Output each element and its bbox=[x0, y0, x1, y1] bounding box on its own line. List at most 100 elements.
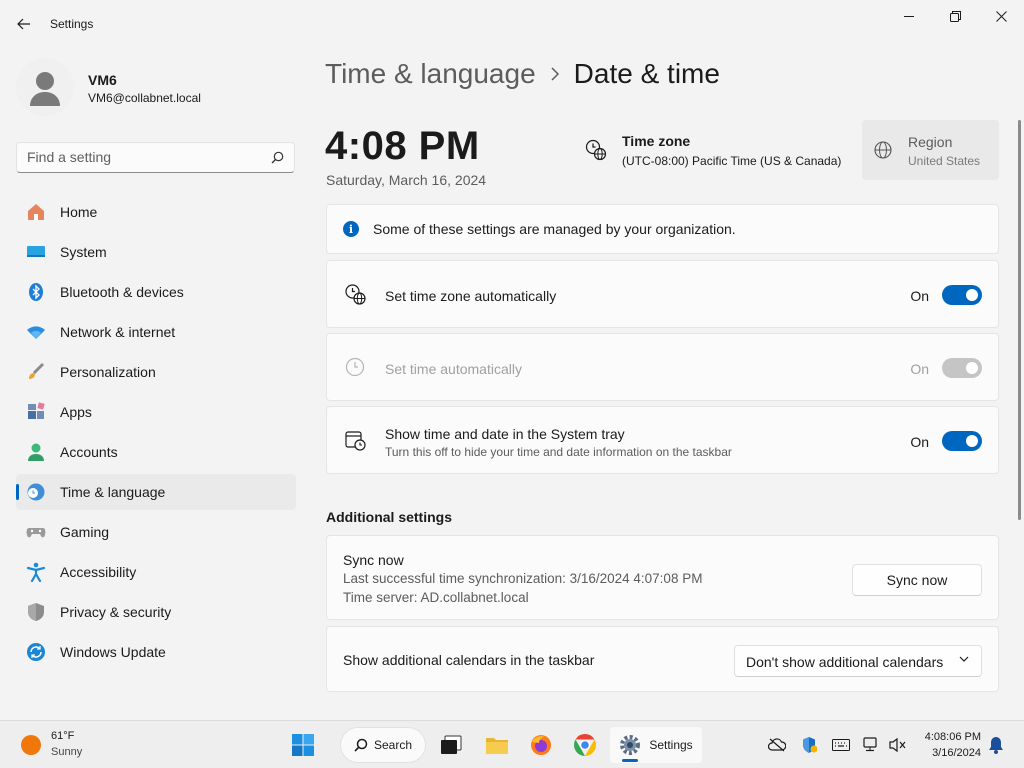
current-time: 4:08 PM bbox=[325, 124, 480, 168]
brush-icon bbox=[26, 362, 46, 382]
calendars-label: Show additional calendars in the taskbar bbox=[343, 652, 595, 668]
task-view-button[interactable] bbox=[434, 727, 468, 763]
scrollbar[interactable] bbox=[1018, 120, 1021, 520]
keyboard-icon[interactable] bbox=[831, 735, 851, 755]
timezone-auto-icon bbox=[345, 284, 366, 305]
breadcrumb-parent[interactable]: Time & language bbox=[325, 58, 536, 90]
firefox-button[interactable] bbox=[524, 727, 558, 763]
sidebar-item-apps[interactable]: Apps bbox=[16, 394, 296, 430]
apps-icon bbox=[26, 402, 46, 422]
sidebar-item-label: Home bbox=[60, 204, 98, 220]
auto-time-label: Set time automatically bbox=[385, 361, 522, 377]
chrome-icon bbox=[574, 734, 596, 756]
sidebar-item-privacy[interactable]: Privacy & security bbox=[16, 594, 296, 630]
auto-timezone-row: Set time zone automatically On bbox=[326, 260, 999, 328]
search-box[interactable] bbox=[16, 142, 295, 173]
start-button[interactable] bbox=[286, 727, 320, 763]
weather-temp: 61°F bbox=[51, 730, 75, 742]
calendars-dropdown[interactable]: Don't show additional calendars bbox=[734, 645, 982, 677]
volume-muted-icon[interactable] bbox=[888, 735, 908, 755]
gamepad-icon bbox=[26, 522, 46, 542]
sidebar-nav: Home System Bluetooth & devices Network … bbox=[16, 194, 296, 674]
shield-icon bbox=[26, 602, 46, 622]
current-date: Saturday, March 16, 2024 bbox=[326, 172, 487, 188]
sidebar-item-time-language[interactable]: Time & language bbox=[16, 474, 296, 510]
globe-icon bbox=[874, 141, 892, 159]
profile-name: VM6 bbox=[88, 72, 117, 88]
taskbar-search[interactable]: Search bbox=[340, 727, 426, 763]
sync-now-button[interactable]: Sync now bbox=[852, 564, 982, 596]
close-button[interactable] bbox=[978, 4, 1024, 28]
wifi-icon bbox=[26, 322, 46, 342]
calendar-clock-icon bbox=[345, 431, 366, 451]
notification-bell-icon[interactable] bbox=[986, 735, 1006, 755]
page-title: Date & time bbox=[573, 58, 720, 89]
sidebar-item-label: Bluetooth & devices bbox=[60, 284, 184, 300]
accounts-icon bbox=[26, 442, 46, 462]
sidebar: VM6 VM6@collabnet.local Home System Blue… bbox=[0, 48, 310, 718]
auto-timezone-label: Set time zone automatically bbox=[385, 288, 557, 304]
taskbar-settings-label: Settings bbox=[649, 738, 693, 752]
weather-desc: Sunny bbox=[51, 746, 83, 758]
show-tray-row: Show time and date in the System tray Tu… bbox=[326, 406, 999, 474]
profile-email: VM6@collabnet.local bbox=[88, 91, 201, 105]
home-icon bbox=[26, 202, 46, 222]
back-button[interactable] bbox=[10, 10, 38, 38]
accessibility-icon bbox=[26, 562, 46, 582]
windows-logo-icon bbox=[292, 734, 314, 756]
cloud-offline-icon[interactable] bbox=[767, 735, 787, 755]
show-tray-label: Show time and date in the System tray bbox=[385, 426, 625, 442]
chrome-button[interactable] bbox=[568, 727, 602, 763]
sidebar-item-accessibility[interactable]: Accessibility bbox=[16, 554, 296, 590]
auto-time-row: Set time automatically On bbox=[326, 333, 999, 401]
region-label: Region bbox=[908, 134, 953, 150]
close-icon bbox=[995, 10, 1007, 22]
taskbar: 61°F Sunny Search Settings 4:08:06 PM 3/… bbox=[0, 720, 1024, 768]
region-card[interactable]: Region United States bbox=[862, 120, 999, 180]
search-input[interactable] bbox=[27, 149, 257, 165]
additional-settings-heading: Additional settings bbox=[326, 509, 452, 525]
sidebar-item-home[interactable]: Home bbox=[16, 194, 296, 230]
sidebar-item-gaming[interactable]: Gaming bbox=[16, 514, 296, 550]
region-value: United States bbox=[908, 154, 981, 168]
timezone-icon bbox=[585, 139, 607, 161]
taskbar-settings-app[interactable]: Settings bbox=[610, 727, 702, 763]
search-icon[interactable] bbox=[271, 151, 284, 164]
sidebar-item-bluetooth[interactable]: Bluetooth & devices bbox=[16, 274, 296, 310]
auto-timezone-toggle[interactable] bbox=[942, 285, 982, 305]
system-icon bbox=[26, 242, 46, 262]
sidebar-item-system[interactable]: System bbox=[16, 234, 296, 270]
avatar[interactable] bbox=[16, 58, 74, 116]
bluetooth-icon bbox=[26, 282, 46, 302]
show-tray-description: Turn this off to hide your time and date… bbox=[385, 445, 732, 459]
taskbar-clock[interactable]: 4:08:06 PM 3/16/2024 bbox=[925, 729, 981, 761]
sidebar-item-windows-update[interactable]: Windows Update bbox=[16, 634, 296, 670]
managed-notice: i Some of these settings are managed by … bbox=[326, 204, 999, 254]
auto-time-toggle[interactable] bbox=[942, 358, 982, 378]
chevron-right-icon bbox=[550, 67, 560, 81]
sidebar-item-label: Accounts bbox=[60, 444, 118, 460]
restore-icon bbox=[949, 10, 961, 22]
breadcrumb: Time & language Date & time bbox=[325, 58, 720, 90]
minimize-button[interactable] bbox=[886, 4, 932, 28]
auto-time-state: On bbox=[910, 361, 929, 377]
time-server-text: Time server: AD.collabnet.local bbox=[343, 590, 529, 605]
weather-widget[interactable]: 61°F Sunny bbox=[14, 727, 82, 758]
restore-button[interactable] bbox=[932, 4, 978, 28]
file-explorer-button[interactable] bbox=[480, 727, 514, 763]
sun-icon bbox=[21, 735, 41, 755]
sidebar-item-network[interactable]: Network & internet bbox=[16, 314, 296, 350]
minimize-icon bbox=[904, 16, 914, 17]
sidebar-item-personalization[interactable]: Personalization bbox=[16, 354, 296, 390]
network-icon[interactable] bbox=[862, 735, 882, 755]
sidebar-item-accounts[interactable]: Accounts bbox=[16, 434, 296, 470]
search-icon bbox=[354, 738, 368, 752]
gear-icon bbox=[620, 735, 641, 755]
sidebar-item-label: Gaming bbox=[60, 524, 110, 540]
security-shield-icon[interactable] bbox=[799, 735, 819, 755]
firefox-icon bbox=[531, 735, 551, 755]
task-view-icon bbox=[441, 735, 462, 754]
show-tray-toggle[interactable] bbox=[942, 431, 982, 451]
title-bar: Settings bbox=[0, 0, 1024, 48]
folder-icon bbox=[486, 738, 508, 754]
